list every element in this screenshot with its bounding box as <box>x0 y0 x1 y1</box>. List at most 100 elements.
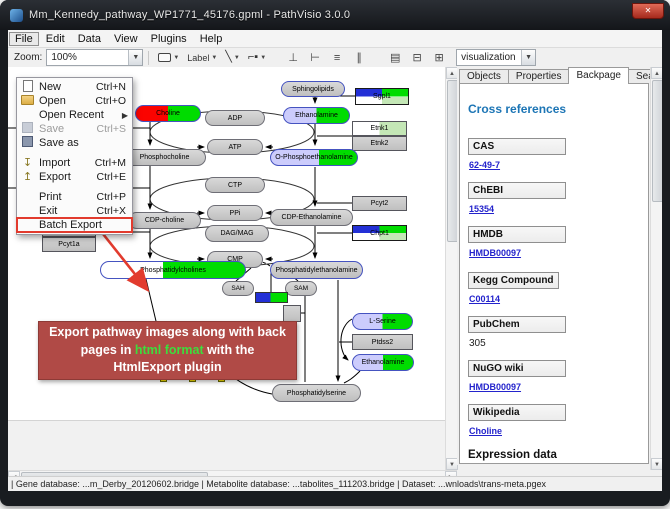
pathway-node-ptdss2[interactable]: Ptdss2 <box>352 334 413 350</box>
pathway-node-phosphocholine[interactable]: Phosphocholine <box>123 149 206 166</box>
tab-backpage[interactable]: Backpage <box>568 67 628 84</box>
datanode-icon <box>158 53 171 62</box>
cross-references-heading: Cross references <box>468 102 640 116</box>
scroll-down-icon[interactable]: ▼ <box>651 458 662 470</box>
xref-value-link[interactable]: 62-49-7 <box>469 160 500 170</box>
file-menu-item-import[interactable]: ↧ Import Ctrl+M <box>17 156 132 170</box>
label-button-text: Label <box>187 53 209 63</box>
pathway-node-o-phosphoethanolamine[interactable]: O-Phosphoethanolamine <box>270 149 358 166</box>
visualization-combobox[interactable]: visualization ▼ <box>456 49 536 66</box>
file-menu-item-batch-export[interactable]: Batch Export <box>17 218 132 232</box>
align-center-y-button[interactable]: ⊢ <box>306 51 324 64</box>
pathway-node-gene-box-partial[interactable] <box>283 305 301 322</box>
xref-value-text: 305 <box>469 338 486 349</box>
pathway-node-sphingolipids[interactable]: Sphingolipids <box>281 81 345 97</box>
pathway-node-dag-mag[interactable]: DAG/MAG <box>205 225 269 242</box>
side-panel: Objects Properties Backpage Search Legen… <box>457 67 650 465</box>
xref-value-link[interactable]: Choline <box>469 426 502 436</box>
xref-section-hmdb: HMDB HMDB00097 <box>468 226 640 261</box>
pathway-node-adp[interactable]: ADP <box>205 110 265 126</box>
pathway-node-atp[interactable]: ATP <box>207 139 263 155</box>
visualization-value: visualization <box>457 52 521 63</box>
pathway-node-choline-top[interactable]: Choline <box>135 105 201 122</box>
chevron-down-icon[interactable]: ▼ <box>211 55 217 61</box>
xref-source-title: PubChem <box>468 316 566 333</box>
close-button[interactable]: ✕ <box>632 3 664 19</box>
pathway-node-phosphatidylserine[interactable]: Phosphatidylserine <box>272 384 361 402</box>
pathway-node-ppi[interactable]: PPi <box>207 205 263 221</box>
tab-properties[interactable]: Properties <box>508 69 570 84</box>
pathway-node-cdp-choline[interactable]: CDP-choline <box>128 212 201 229</box>
file-menu-item-new[interactable]: New Ctrl+N <box>17 80 132 94</box>
import-icon: ↧ <box>20 158 35 168</box>
pathway-node-phosphatidylcholines[interactable]: Phosphatidylcholines <box>100 261 246 279</box>
line-tool-button[interactable]: ╲▼ <box>222 50 243 65</box>
tab-objects[interactable]: Objects <box>459 69 509 84</box>
common-height-button[interactable]: ⊟ <box>408 51 426 64</box>
file-menu-item-exit[interactable]: Exit Ctrl+X <box>17 204 132 218</box>
chevron-down-icon[interactable]: ▼ <box>260 55 266 61</box>
pathway-node-pcyt1a[interactable]: Pcyt1a <box>42 237 96 252</box>
pathway-node-ctp[interactable]: CTP <box>205 177 265 193</box>
menu-edit[interactable]: Edit <box>40 32 71 46</box>
file-menu-item-open[interactable]: Open Ctrl+O <box>17 94 132 108</box>
pathway-node-sam[interactable]: SAM <box>285 281 317 296</box>
xref-value-link[interactable]: C00114 <box>469 294 500 304</box>
file-menu-item-print[interactable]: Print Ctrl+P <box>17 190 132 204</box>
menu-file[interactable]: File <box>9 32 39 46</box>
chevron-down-icon[interactable]: ▼ <box>173 55 179 61</box>
stack-horizontal-icon: ∥ <box>356 52 362 64</box>
new-datanode-button[interactable]: ▼ <box>155 50 182 65</box>
common-size-button[interactable]: ⊞ <box>430 51 448 64</box>
window-title: Mm_Kennedy_pathway_WP1771_45176.gpml - P… <box>29 9 350 21</box>
new-label-button[interactable]: Label▼ <box>184 50 220 65</box>
save-as-icon <box>20 136 35 150</box>
pathway-node-ethanolamine-top[interactable]: Ethanolamine <box>283 107 350 124</box>
menu-data[interactable]: Data <box>72 32 107 46</box>
menu-plugins[interactable]: Plugins <box>145 32 193 46</box>
chevron-down-icon[interactable]: ▼ <box>128 50 142 65</box>
panel-vertical-scrollbar[interactable]: ▲ ▼ <box>650 67 662 470</box>
zoom-value: 100% <box>47 52 128 63</box>
pathway-node-phosphatidylethanolamine[interactable]: Phosphatidylethanolamine <box>270 261 363 279</box>
app-window: Mm_Kennedy_pathway_WP1771_45176.gpml - P… <box>0 0 670 506</box>
scroll-up-icon[interactable]: ▲ <box>651 67 662 79</box>
pathway-node-pcyt2[interactable]: Pcyt2 <box>352 196 407 211</box>
file-menu-item-export[interactable]: ↥ Export Ctrl+E <box>17 170 132 184</box>
connector-tool-button[interactable]: ⌐▪▼ <box>245 50 269 65</box>
pathway-node-pemt[interactable] <box>255 292 288 303</box>
stack-horizontal-button[interactable]: ∥ <box>350 51 368 64</box>
title-bar[interactable]: Mm_Kennedy_pathway_WP1771_45176.gpml - P… <box>0 0 670 30</box>
menu-help[interactable]: Help <box>194 32 229 46</box>
menu-view[interactable]: View <box>108 32 144 46</box>
pathway-node-l-serine[interactable]: L-Serine <box>352 313 413 330</box>
pathway-node-sah[interactable]: SAH <box>222 281 254 296</box>
pathway-node-sgpl1[interactable]: Sgpl1 <box>355 88 409 105</box>
xref-value-link[interactable]: HMDB00097 <box>469 382 521 392</box>
panel-vscroll-thumb[interactable] <box>652 80 662 202</box>
canvas-vertical-scrollbar[interactable]: ▲ ▼ <box>445 67 457 470</box>
file-menu-item-save-as[interactable]: Save as <box>17 136 132 150</box>
pathway-node-etnk2[interactable]: Etnk2 <box>352 136 407 151</box>
stack-vertical-button[interactable]: ≡ <box>328 52 346 64</box>
xref-value-link[interactable]: 15354 <box>469 204 494 214</box>
pathway-node-ethanolamine-bottom[interactable]: Ethanolamine <box>352 354 414 371</box>
connector-icon: ⌐▪ <box>248 52 258 63</box>
xref-section-kegg: Kegg Compound C00114 <box>468 270 640 307</box>
zoom-combobox[interactable]: 100% ▼ <box>46 49 143 66</box>
callout-line1: Export pathway images along with back <box>39 324 296 342</box>
pathway-node-cdp-ethanolamine[interactable]: CDP-Ethanolamine <box>270 209 353 226</box>
window-content: File Edit Data View Plugins Help Zoom: 1… <box>8 30 662 491</box>
screenshot-root: { "window": { "title": "Mm_Kennedy_pathw… <box>0 0 670 509</box>
file-menu-item-open-recent[interactable]: Open Recent ▶ <box>17 108 132 122</box>
chevron-down-icon[interactable]: ▼ <box>234 55 240 61</box>
xref-value-link[interactable]: HMDB00097 <box>469 248 521 258</box>
pathway-node-etnk1[interactable]: Etnk1 <box>352 121 407 136</box>
pathway-node-chpt1[interactable]: Chpt1 <box>352 225 407 241</box>
chevron-down-icon[interactable]: ▼ <box>521 50 535 65</box>
status-bar: | Gene database: ...m_Derby_20120602.bri… <box>8 476 662 491</box>
common-width-icon: ▤ <box>390 52 400 64</box>
align-center-x-button[interactable]: ⊥ <box>284 51 302 64</box>
file-menu-item-save[interactable]: Save Ctrl+S <box>17 122 132 136</box>
common-width-button[interactable]: ▤ <box>386 51 404 64</box>
